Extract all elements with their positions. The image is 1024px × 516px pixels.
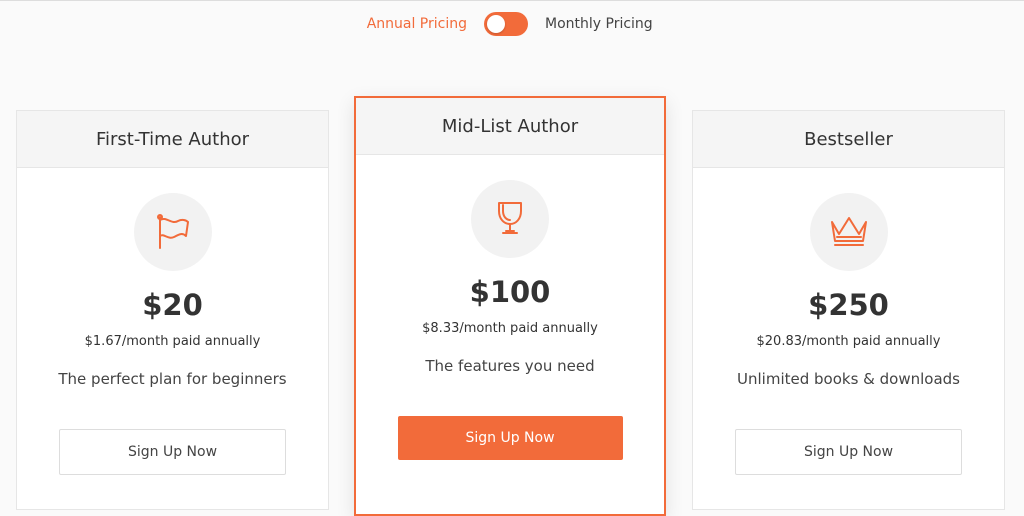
plan-tagline: Unlimited books & downloads: [737, 370, 960, 388]
plan-title: First-Time Author: [17, 111, 328, 168]
sign-up-button[interactable]: Sign Up Now: [59, 429, 286, 475]
switch-knob: [487, 15, 505, 33]
plan-title: Bestseller: [693, 111, 1004, 168]
plan-card-bestseller: Bestseller $250 $20.83/month paid annual…: [692, 110, 1005, 510]
plan-body: $250 $20.83/month paid annually Unlimite…: [693, 193, 1004, 475]
plan-body: $20 $1.67/month paid annually The perfec…: [17, 193, 328, 475]
trophy-icon: [471, 180, 549, 258]
plan-title: Mid-List Author: [356, 98, 664, 155]
pricing-switch[interactable]: [484, 12, 528, 36]
plan-body: $100 $8.33/month paid annually The featu…: [356, 180, 664, 460]
sign-up-button[interactable]: Sign Up Now: [735, 429, 962, 475]
flag-icon: [133, 193, 212, 271]
top-divider: [0, 0, 1024, 1]
sign-up-button[interactable]: Sign Up Now: [397, 416, 623, 460]
annual-pricing-label[interactable]: Annual Pricing: [367, 15, 467, 33]
monthly-pricing-label[interactable]: Monthly Pricing: [545, 15, 653, 33]
plan-tagline: The perfect plan for beginners: [58, 370, 287, 388]
plan-monthly-price: $1.67/month paid annually: [84, 334, 261, 349]
plan-price: $100: [469, 275, 551, 309]
plan-price: $250: [808, 288, 889, 322]
plan-price: $20: [142, 288, 203, 322]
plan-monthly-price: $8.33/month paid annually: [422, 321, 598, 336]
plan-card-mid-list-author: Mid-List Author $100 $8.33/month paid an…: [354, 96, 666, 516]
crown-icon: [809, 193, 888, 271]
pricing-toggle: Annual Pricing Monthly Pricing: [0, 12, 1024, 36]
plan-monthly-price: $20.83/month paid annually: [756, 334, 941, 349]
plan-tagline: The features you need: [425, 357, 595, 375]
plan-card-first-time-author: First-Time Author $20 $1.67/month paid a…: [16, 110, 329, 510]
